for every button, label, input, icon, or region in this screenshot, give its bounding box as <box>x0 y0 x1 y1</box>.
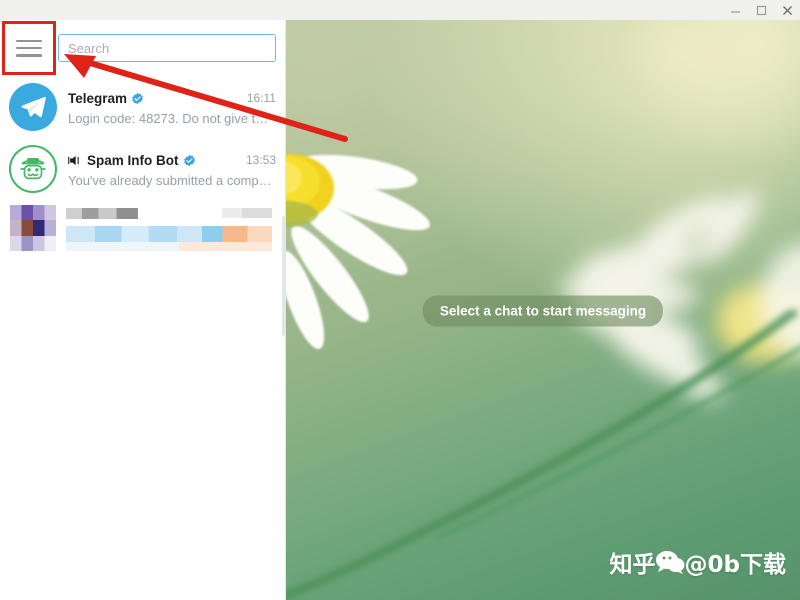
chat-background-pane: Select a chat to start messaging 知乎 @0b下… <box>286 20 800 600</box>
flower-stem-secondary <box>436 344 800 542</box>
censored-chat-preview <box>66 226 272 242</box>
search-input[interactable] <box>59 35 275 61</box>
censored-chat-name <box>66 208 138 219</box>
avatar <box>9 83 57 131</box>
verified-badge-icon <box>183 154 196 167</box>
censored-chat-preview-tail <box>66 242 272 251</box>
hamburger-lines <box>16 39 42 57</box>
chat-time: 16:11 <box>246 91 276 105</box>
wechat-bubble-icon <box>655 550 685 574</box>
list-item-body: Telegram 16:11 Login code: 48273. Do not… <box>68 89 276 126</box>
watermark: 知乎 @0b下载 <box>610 545 786 579</box>
maximize-button[interactable] <box>748 0 774 20</box>
close-button[interactable] <box>774 0 800 20</box>
sidebar-top-bar <box>0 20 285 76</box>
chat-name: Telegram <box>68 90 128 106</box>
chat-name: Spam Info Bot <box>87 152 179 168</box>
telegram-plane-icon <box>21 96 46 118</box>
hamburger-menu-icon[interactable] <box>2 21 56 75</box>
list-item-header: Telegram 16:11 <box>68 89 276 108</box>
chat-list-scrollbar[interactable] <box>282 216 285 336</box>
muted-icon <box>68 154 82 167</box>
chat-time: 13:53 <box>245 153 276 167</box>
watermark-handle: @0b下载 <box>684 552 786 578</box>
chat-sidebar: Telegram 16:11 Login code: 48273. Do not… <box>0 20 286 600</box>
sheriff-robot-icon <box>20 157 46 180</box>
chat-preview: Login code: 48273. Do not give thi… <box>68 110 273 126</box>
minimize-button[interactable] <box>722 0 748 20</box>
telegram-desktop-window: Select a chat to start messaging 知乎 @0b下… <box>0 0 800 600</box>
list-item[interactable]: Telegram 16:11 Login code: 48273. Do not… <box>0 76 285 138</box>
censored-avatar <box>10 205 56 251</box>
select-chat-placeholder: Select a chat to start messaging <box>422 295 664 327</box>
avatar <box>9 145 57 193</box>
verified-badge-icon <box>131 92 144 105</box>
list-item-header: Spam Info Bot 13:53 <box>68 151 276 170</box>
chat-preview: You've already submitted a comp… <box>68 172 272 188</box>
censored-chat-time <box>222 208 272 218</box>
chat-list[interactable]: Telegram 16:11 Login code: 48273. Do not… <box>0 76 285 600</box>
search-box[interactable] <box>58 34 276 62</box>
list-item[interactable] <box>0 200 285 258</box>
list-item-body: Spam Info Bot 13:53 You've already submi… <box>68 151 276 188</box>
list-item[interactable]: Spam Info Bot 13:53 You've already submi… <box>0 138 285 200</box>
window-title-bar <box>0 0 800 20</box>
watermark-prefix: 知乎 <box>609 552 656 578</box>
